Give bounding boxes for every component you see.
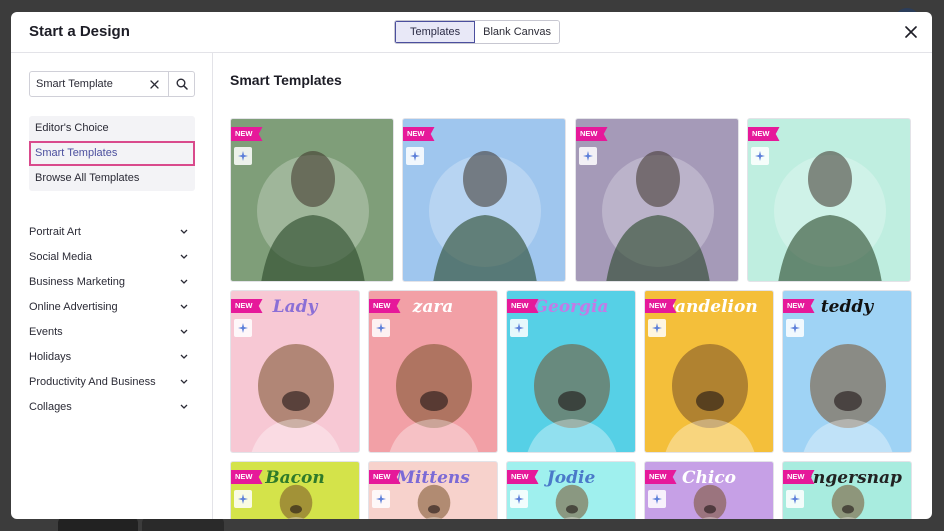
sparkle-icon	[372, 490, 390, 508]
template-card[interactable]: zara NEW	[368, 290, 498, 453]
template-card[interactable]: NEW	[230, 118, 394, 282]
category-label: Events	[29, 325, 63, 338]
chevron-down-icon	[179, 252, 189, 262]
template-card[interactable]: Bacon NEW	[230, 461, 360, 519]
sparkle-icon	[234, 319, 252, 337]
category-label: Holidays	[29, 350, 72, 363]
new-badge: NEW	[403, 127, 435, 141]
quick-link-editors-choice[interactable]: Editor's Choice	[29, 116, 195, 141]
chevron-down-icon	[179, 352, 189, 362]
sparkle-icon	[510, 490, 528, 508]
template-card[interactable]: Lady NEW	[230, 290, 360, 453]
sparkle-icon	[648, 319, 666, 337]
chevron-down-icon	[179, 402, 189, 412]
close-button[interactable]	[902, 23, 920, 41]
category-holidays[interactable]: Holidays	[29, 344, 189, 369]
template-card[interactable]: Dandelion NEW	[644, 290, 774, 453]
template-card[interactable]: NEW	[747, 118, 911, 282]
start-design-modal: Start a Design Templates Blank Canvas Sm…	[11, 12, 932, 519]
chevron-down-icon	[179, 227, 189, 237]
category-label: Business Marketing	[29, 275, 125, 288]
category-online-advertising[interactable]: Online Advertising	[29, 294, 189, 319]
new-badge: NEW	[645, 470, 677, 484]
quick-links: Editor's Choice Smart Templates Browse A…	[29, 116, 195, 191]
template-preview-image	[748, 119, 910, 281]
template-card[interactable]: Gingersnap NEW	[782, 461, 912, 519]
sparkle-icon	[786, 490, 804, 508]
quick-link-browse-all[interactable]: Browse All Templates	[29, 166, 195, 191]
category-productivity-and-business[interactable]: Productivity And Business	[29, 369, 189, 394]
chevron-down-icon	[179, 377, 189, 387]
sparkle-icon	[786, 319, 804, 337]
category-label: Online Advertising	[29, 300, 118, 313]
quick-link-smart-templates[interactable]: Smart Templates	[29, 141, 195, 166]
new-badge: NEW	[231, 470, 263, 484]
new-badge: NEW	[783, 470, 815, 484]
new-badge: NEW	[369, 470, 401, 484]
sparkle-icon	[406, 147, 424, 165]
category-label: Portrait Art	[29, 225, 81, 238]
template-preview-image	[231, 119, 393, 281]
new-badge: NEW	[576, 127, 608, 141]
modal-header: Start a Design Templates Blank Canvas	[11, 12, 932, 53]
category-social-media[interactable]: Social Media	[29, 244, 189, 269]
template-gallery: Smart Templates NEW NEW NEW NEW Lady NEW zara N…	[214, 53, 932, 519]
template-card[interactable]: Jodie NEW	[506, 461, 636, 519]
new-badge: NEW	[748, 127, 780, 141]
search-input[interactable]	[30, 72, 140, 96]
new-badge: NEW	[507, 470, 539, 484]
category-events[interactable]: Events	[29, 319, 189, 344]
category-label: Collages	[29, 400, 72, 413]
template-preview-image	[403, 119, 565, 281]
sparkle-icon	[372, 319, 390, 337]
design-type-toggle: Templates Blank Canvas	[394, 20, 561, 44]
template-card[interactable]: Chico NEW	[644, 461, 774, 519]
sparkle-icon	[579, 147, 597, 165]
sparkle-icon	[648, 490, 666, 508]
category-label: Social Media	[29, 250, 92, 263]
new-badge: NEW	[369, 299, 401, 313]
template-card[interactable]: NEW	[402, 118, 566, 282]
clear-search-button[interactable]	[140, 72, 168, 96]
tab-blank-canvas[interactable]: Blank Canvas	[475, 21, 560, 43]
sidebar: Editor's Choice Smart Templates Browse A…	[11, 53, 213, 519]
chevron-down-icon	[179, 302, 189, 312]
template-card[interactable]: teddy NEW	[782, 290, 912, 453]
modal-title: Start a Design	[29, 23, 130, 40]
sparkle-icon	[510, 319, 528, 337]
category-collages[interactable]: Collages	[29, 394, 189, 419]
category-business-marketing[interactable]: Business Marketing	[29, 269, 189, 294]
gallery-title: Smart Templates	[230, 72, 342, 88]
new-badge: NEW	[231, 127, 263, 141]
search-icon	[176, 78, 188, 90]
sparkle-icon	[751, 147, 769, 165]
template-card[interactable]: NEW	[575, 118, 739, 282]
sparkle-icon	[234, 147, 252, 165]
template-card[interactable]: Georgia NEW	[506, 290, 636, 453]
new-badge: NEW	[507, 299, 539, 313]
sparkle-icon	[234, 490, 252, 508]
template-card[interactable]: Mittens NEW	[368, 461, 498, 519]
new-badge: NEW	[645, 299, 677, 313]
chevron-down-icon	[179, 277, 189, 287]
tab-templates[interactable]: Templates	[395, 21, 476, 43]
category-portrait-art[interactable]: Portrait Art	[29, 219, 189, 244]
new-badge: NEW	[783, 299, 815, 313]
search-box	[29, 71, 195, 97]
template-preview-image	[576, 119, 738, 281]
background-thumbnail	[142, 517, 224, 531]
chevron-down-icon	[179, 327, 189, 337]
background-thumbnail	[58, 517, 138, 531]
category-list: Portrait Art Social Media Business Marke…	[29, 219, 189, 419]
clear-icon	[149, 79, 159, 89]
category-label: Productivity And Business	[29, 375, 156, 388]
search-button[interactable]	[168, 72, 194, 96]
close-icon	[905, 26, 917, 38]
new-badge: NEW	[231, 299, 263, 313]
